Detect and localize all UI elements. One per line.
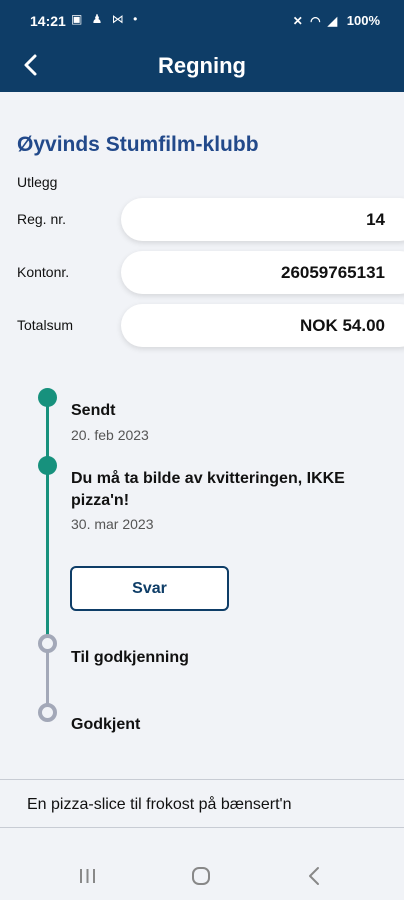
- timeline-line-done: [46, 398, 49, 643]
- reply-button[interactable]: Svar: [70, 566, 229, 611]
- timeline-dot-pending-approval: [38, 634, 57, 653]
- timeline-step-pending-approval-title: Til godkjenning: [71, 649, 189, 666]
- status-bar: 14:21 ▣ ♟ ⋈ • ✕ ◠ ◢ 100%: [0, 0, 404, 40]
- timeline-dot-sent: [38, 388, 57, 407]
- signal-wifi-icons: ✕ ◠ ◢: [292, 14, 340, 28]
- timeline-step-sent-title: Sendt: [71, 402, 116, 419]
- expense-description: En pizza-slice til frokost på bænsert'n: [27, 796, 292, 813]
- home-icon[interactable]: [191, 866, 211, 886]
- reg-nr-field: 14: [121, 198, 404, 241]
- battery-level: 100%: [346, 13, 380, 28]
- timeline-step-sent-date: 20. feb 2023: [71, 427, 149, 443]
- notification-icons: ▣ ♟ ⋈ •: [71, 12, 141, 26]
- total-sum-field: NOK 54.00: [121, 304, 404, 347]
- divider-top: [0, 779, 404, 780]
- club-name: Øyvinds Stumfilm-klubb: [17, 133, 259, 156]
- page-title: Regning: [158, 53, 246, 78]
- timeline-dot-comment: [38, 456, 57, 475]
- account-number-label: Kontonr.: [17, 264, 70, 280]
- status-time: 14:21: [30, 13, 66, 29]
- expense-type: Utlegg: [17, 174, 58, 190]
- timeline-dot-approved: [38, 703, 57, 722]
- timeline-step-comment-date: 30. mar 2023: [71, 516, 154, 532]
- account-number-field: 26059765131: [121, 251, 404, 294]
- total-sum-label: Totalsum: [17, 317, 74, 333]
- reg-nr-label: Reg. nr.: [17, 211, 67, 227]
- timeline-step-approved-title: Godkjent: [71, 716, 141, 733]
- app-bar: Regning: [0, 40, 404, 92]
- nav-back-icon[interactable]: [307, 866, 321, 886]
- recent-apps-icon[interactable]: [78, 868, 97, 884]
- timeline-step-comment-title: Du må ta bilde av kvitteringen, IKKE piz…: [71, 470, 345, 509]
- system-navigation-bar: [0, 828, 404, 900]
- status-right: ✕ ◠ ◢ 100%: [293, 13, 380, 28]
